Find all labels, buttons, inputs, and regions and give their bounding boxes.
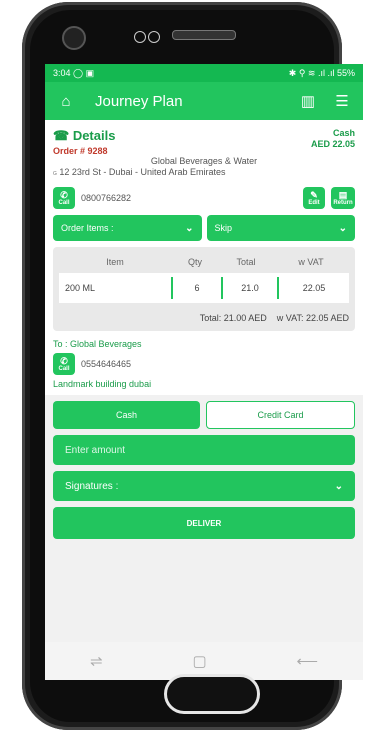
edit-label: Edit bbox=[308, 199, 320, 206]
vat-text: w VAT: 22.05 AED bbox=[276, 313, 349, 323]
status-right-icons: ✱ ⚲ ≋ .ıl .ıl 55% bbox=[288, 67, 355, 78]
address-text: 12 23rd St - Dubai - United Arab Emirate… bbox=[59, 167, 226, 177]
return-label: Return bbox=[333, 199, 353, 206]
header-item: Item bbox=[106, 257, 124, 267]
status-bar: 3:04 ◯ ▣ ✱ ⚲ ≋ .ıl .ıl 55% bbox=[45, 64, 363, 82]
signatures-dropdown[interactable]: Signatures : ⌄ bbox=[53, 471, 355, 501]
call-button[interactable]: ✆ Call bbox=[53, 187, 75, 209]
cell-total: 21.0 bbox=[241, 283, 259, 293]
map-icon[interactable]: ▥ bbox=[297, 92, 319, 110]
table-row: 200 ML 6 21.0 22.05 bbox=[59, 273, 349, 303]
customer-name: Global Beverages & Water bbox=[150, 156, 258, 166]
phone-icon: ✆ bbox=[60, 355, 68, 366]
total-text: Total: 21.00 AED bbox=[199, 313, 267, 323]
edit-button[interactable]: ✎ Edit bbox=[303, 187, 325, 209]
cell-qty: 6 bbox=[194, 283, 200, 293]
dropdown-row: Order Items : ⌄ Skip ⌄ bbox=[53, 215, 355, 241]
payment-section: Cash Credit Card Enter amount Signatures… bbox=[45, 401, 363, 539]
skip-label: Skip bbox=[214, 223, 233, 233]
amount-input[interactable]: Enter amount bbox=[53, 435, 355, 465]
phone-icon: ✆ bbox=[60, 189, 68, 200]
order-number: Order # 9288 bbox=[53, 146, 108, 156]
screen: 3:04 ◯ ▣ ✱ ⚲ ≋ .ıl .ıl 55% ⌂ Journey Pla… bbox=[45, 64, 363, 680]
contact-actions: ✆ Call 0800766282 ✎ Edit ▤ Return bbox=[53, 187, 355, 209]
status-left-icons: ◯ ▣ bbox=[73, 67, 95, 78]
recents-icon[interactable]: ⇌ bbox=[90, 652, 103, 670]
recipient-call-button[interactable]: ✆ Call bbox=[53, 353, 75, 375]
content: ☎ Details Order # 9288 Cash AED 22.05 Gl… bbox=[45, 120, 363, 395]
app-bar: ⌂ Journey Plan ▥ ☰ bbox=[45, 82, 363, 120]
return-button[interactable]: ▤ Return bbox=[331, 187, 355, 209]
address-line: G 12 23rd St - Dubai - United Arab Emira… bbox=[53, 167, 355, 177]
phone-icon: ☎ bbox=[53, 128, 73, 143]
signatures-label: Signatures : bbox=[65, 480, 119, 492]
phone-number: 0800766282 bbox=[81, 193, 132, 203]
cell-item: 200 ML bbox=[65, 283, 96, 293]
payment-type: Cash bbox=[332, 128, 355, 138]
pencil-icon: ✎ bbox=[310, 189, 318, 200]
app-title: Journey Plan bbox=[95, 92, 183, 110]
header-vat: w VAT bbox=[298, 257, 324, 267]
call-label: Call bbox=[58, 365, 70, 372]
sensor-icon bbox=[134, 31, 146, 43]
order-items-table: Item Qty Total w VAT 200 ML 6 21.0 22.05… bbox=[53, 247, 355, 331]
deliver-button[interactable]: DELIVER bbox=[53, 507, 355, 539]
header-total: Total bbox=[236, 257, 256, 267]
status-time: 3:04 bbox=[53, 67, 71, 78]
call-label: Call bbox=[58, 199, 70, 206]
return-icon: ▤ bbox=[338, 189, 348, 200]
table-header: Item Qty Total w VAT bbox=[59, 253, 349, 273]
chevron-down-icon: ⌄ bbox=[338, 222, 347, 234]
camera-icon bbox=[62, 26, 86, 50]
home-nav-icon[interactable]: ▢ bbox=[192, 652, 206, 670]
skip-dropdown[interactable]: Skip ⌄ bbox=[206, 215, 355, 241]
menu-icon[interactable]: ☰ bbox=[331, 92, 353, 110]
order-items-label: Order Items : bbox=[61, 223, 114, 233]
recipient-label: To : Global Beverages bbox=[53, 339, 142, 349]
recipient-contact: ✆ Call 0554646465 bbox=[53, 353, 355, 375]
details-title: Details bbox=[72, 128, 116, 143]
items-total: Total: 21.00 AED w VAT: 22.05 AED bbox=[59, 303, 349, 327]
home-icon[interactable]: ⌂ bbox=[55, 93, 77, 110]
payment-amount: AED 22.05 bbox=[310, 139, 355, 149]
back-icon[interactable]: ⟵ bbox=[297, 652, 319, 670]
order-items-dropdown[interactable]: Order Items : ⌄ bbox=[53, 215, 202, 241]
speaker-grille bbox=[172, 30, 236, 40]
chevron-down-icon: ⌄ bbox=[334, 480, 343, 492]
status-time-block: 3:04 ◯ ▣ bbox=[53, 68, 94, 79]
sensor-icon bbox=[148, 31, 160, 43]
details-header: ☎ Details Order # 9288 Cash AED 22.05 bbox=[53, 120, 355, 156]
cash-button[interactable]: Cash bbox=[53, 401, 200, 429]
details-left: ☎ Details Order # 9288 bbox=[53, 128, 115, 156]
recipient-phone: 0554646465 bbox=[81, 359, 132, 369]
home-key[interactable] bbox=[164, 674, 260, 714]
cell-vat: 22.05 bbox=[302, 283, 326, 293]
landmark-text: Landmark building dubai bbox=[53, 379, 152, 389]
header-qty: Qty bbox=[187, 257, 202, 267]
chevron-down-icon: ⌄ bbox=[185, 222, 194, 234]
payment-summary: Cash AED 22.05 bbox=[311, 128, 355, 156]
details-title-block: ☎ Details bbox=[53, 128, 115, 144]
credit-card-button[interactable]: Credit Card bbox=[206, 401, 355, 429]
address-prefix: G bbox=[53, 171, 57, 177]
payment-method-row: Cash Credit Card bbox=[53, 401, 355, 429]
amount-placeholder: Enter amount bbox=[65, 444, 126, 456]
